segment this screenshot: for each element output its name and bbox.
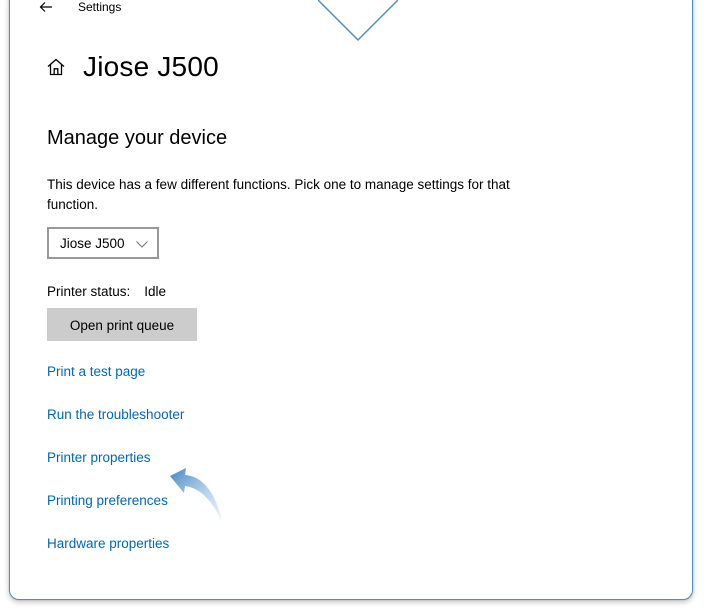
settings-window: Settings Jiose J500 Manage your device T… (9, 0, 693, 600)
back-arrow-icon[interactable] (38, 0, 54, 15)
window-title: Settings (78, 0, 122, 14)
callout-pointer-icon (318, 0, 398, 42)
screenshot-stage: Settings Jiose J500 Manage your device T… (0, 0, 704, 608)
title-bar: Settings (38, 0, 121, 17)
printer-status-value: Idle (144, 284, 167, 299)
hardware-properties-link[interactable]: Hardware properties (47, 536, 169, 551)
page-header: Jiose J500 (45, 51, 219, 83)
chevron-down-icon (135, 237, 149, 251)
printer-status-row: Printer status: Idle (47, 284, 166, 299)
printer-properties-link[interactable]: Printer properties (47, 450, 151, 465)
device-select-value: Jiose J500 (60, 235, 125, 251)
section-title: Manage your device (47, 127, 228, 149)
run-troubleshooter-link[interactable]: Run the troubleshooter (47, 407, 184, 422)
device-function-select[interactable]: Jiose J500 (47, 227, 159, 259)
section-description: This device has a few different function… (47, 177, 510, 212)
printer-status-label: Printer status: (47, 284, 131, 299)
open-print-queue-button[interactable]: Open print queue (47, 308, 197, 341)
printing-preferences-link[interactable]: Printing preferences (47, 493, 168, 508)
curved-arrow-icon (170, 468, 222, 522)
home-icon[interactable] (45, 56, 67, 78)
page-title: Jiose J500 (83, 51, 219, 82)
print-test-page-link[interactable]: Print a test page (47, 364, 145, 379)
